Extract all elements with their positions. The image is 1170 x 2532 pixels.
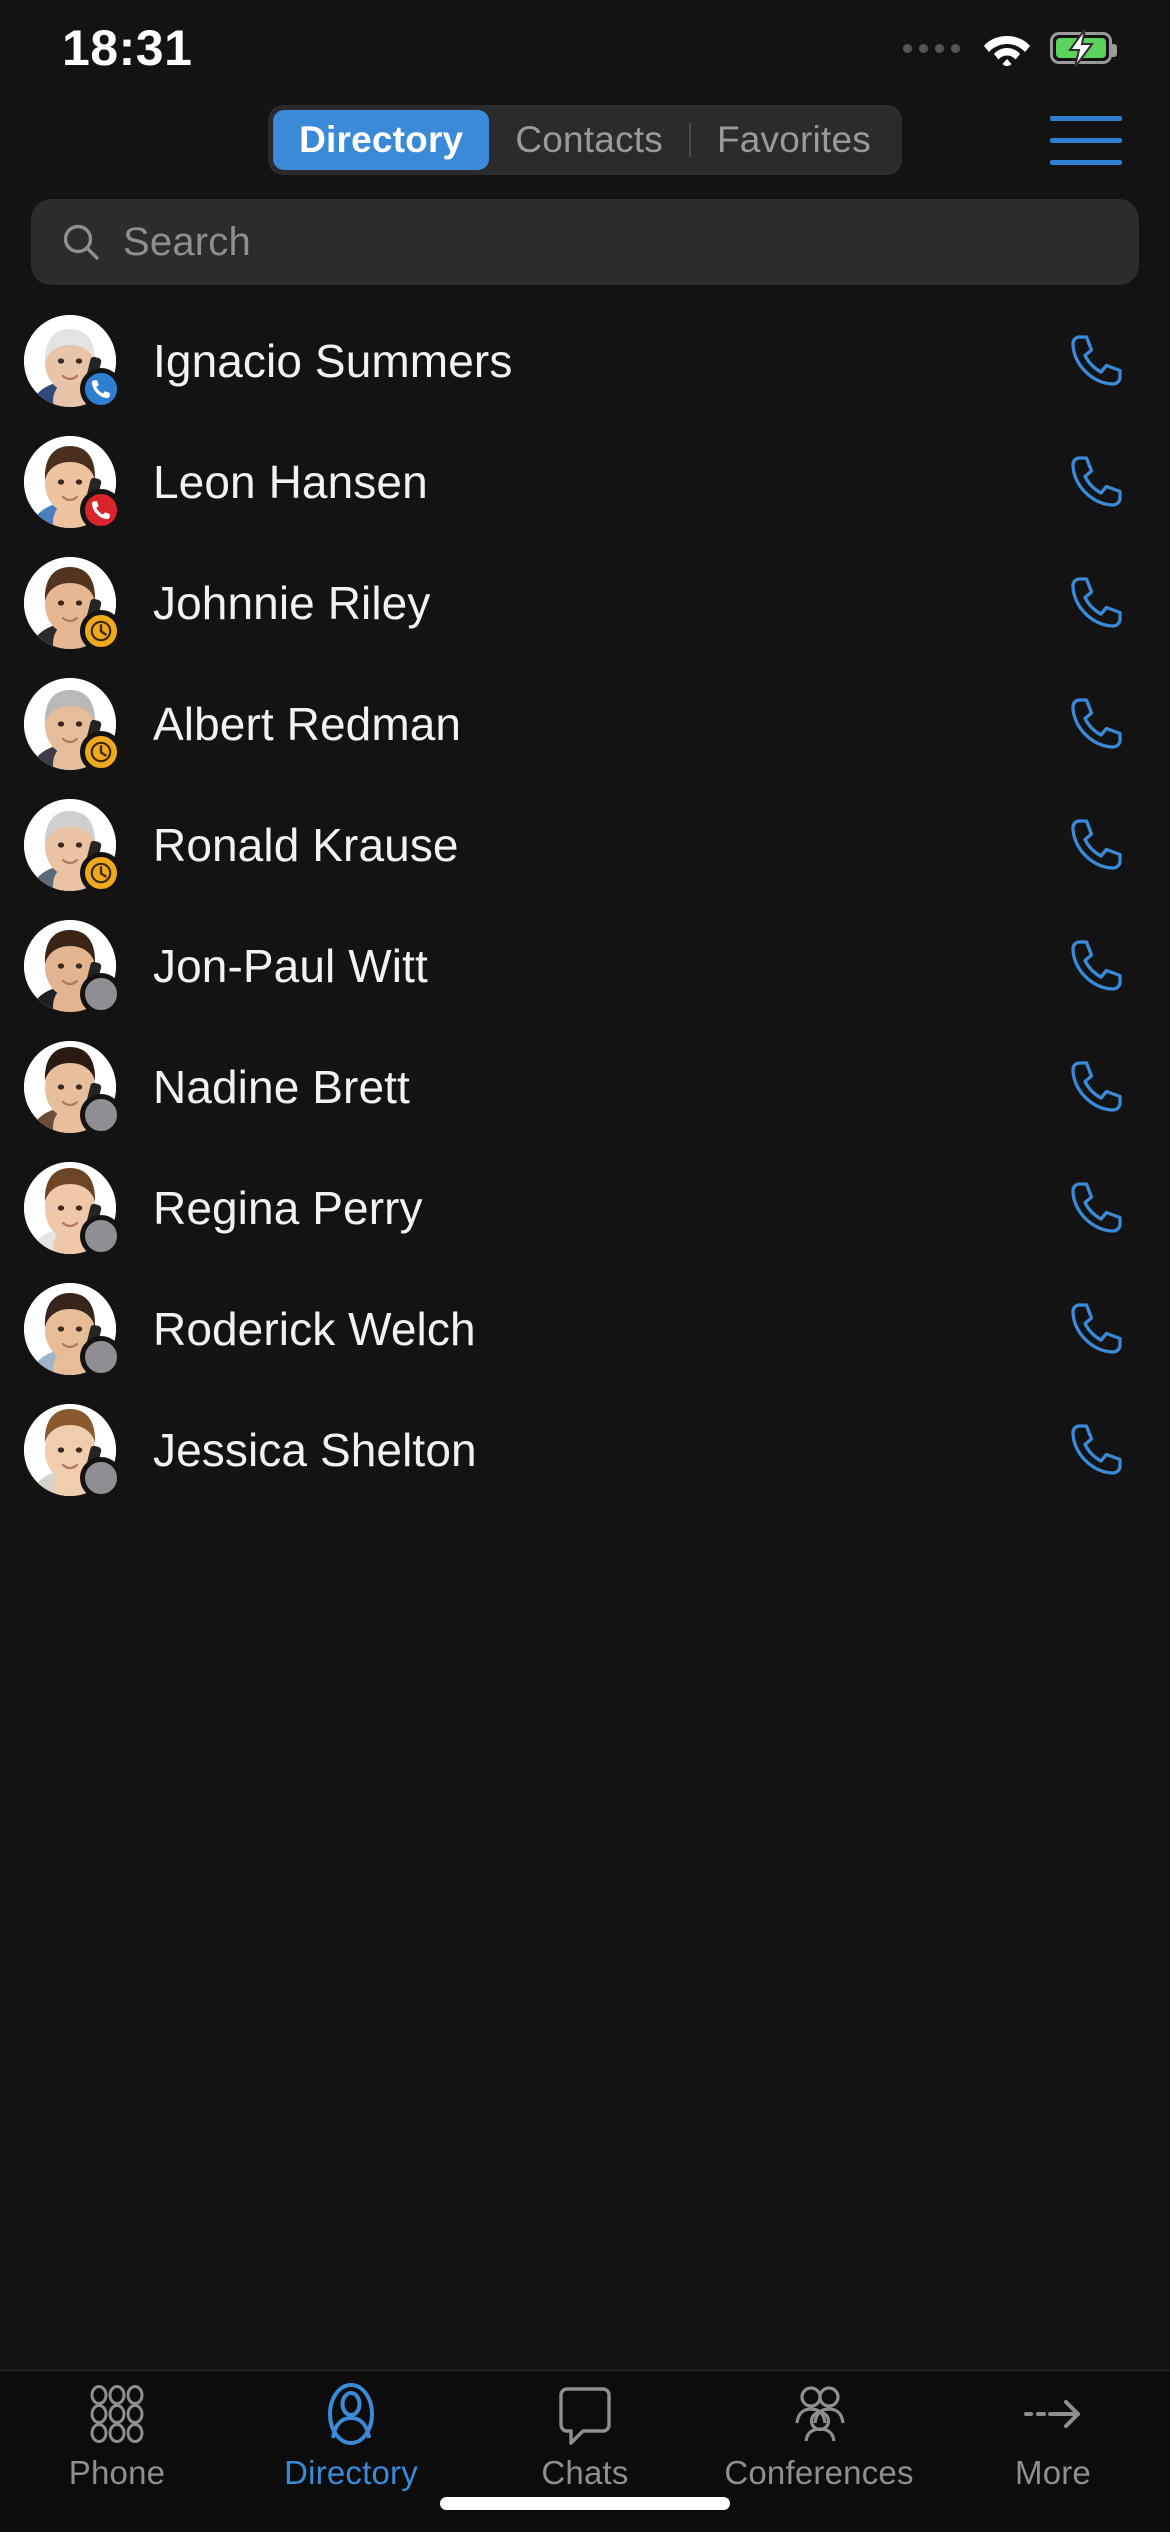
contact-name: Regina Perry <box>153 1181 423 1234</box>
home-indicator <box>440 2497 730 2510</box>
person-icon <box>320 2383 382 2445</box>
status-bar: 18:31 <box>0 0 1170 96</box>
avatar <box>24 314 122 410</box>
contact-name: Albert Redman <box>153 697 462 750</box>
call-button[interactable] <box>1064 813 1128 877</box>
presence-badge <box>80 1214 122 1257</box>
battery-charging-icon <box>1050 29 1117 67</box>
avatar <box>24 1282 122 1378</box>
contact-row[interactable]: Johnnie Riley <box>0 542 1170 663</box>
tab-conferences[interactable]: Conferences <box>702 2383 936 2492</box>
people-group-icon <box>788 2383 850 2445</box>
tab-label-chats: Chats <box>541 2454 629 2491</box>
bottom-tab-bar[interactable]: Phone Directory Chats Conferences More <box>0 2370 1170 2532</box>
hamburger-menu-icon[interactable] <box>1050 110 1122 170</box>
contact-row[interactable]: Nadine Brett <box>0 1026 1170 1147</box>
contact-row[interactable]: Ronald Krause <box>0 784 1170 905</box>
presence-badge <box>80 851 122 894</box>
avatar <box>24 435 122 531</box>
arrow-right-icon <box>1022 2383 1084 2445</box>
search-input[interactable]: Search <box>31 199 1139 285</box>
avatar <box>24 919 122 1015</box>
contact-row[interactable]: Albert Redman <box>0 663 1170 784</box>
contact-row[interactable]: Ignacio Summers <box>0 300 1170 421</box>
tab-label-directory: Directory <box>284 2454 418 2491</box>
search-placeholder: Search <box>123 219 251 264</box>
avatar <box>24 1161 122 1257</box>
presence-badge <box>80 1093 122 1136</box>
segmented-control[interactable]: Directory Contacts Favorites <box>268 105 902 175</box>
call-button[interactable] <box>1064 329 1128 393</box>
app-screen: 18:31 Directory Contacts Favorites Searc… <box>0 0 1170 2532</box>
tab-label-conferences: Conferences <box>724 2454 914 2491</box>
presence-badge <box>80 972 122 1015</box>
search-icon <box>61 222 101 262</box>
presence-badge <box>80 367 122 410</box>
call-button[interactable] <box>1064 1418 1128 1482</box>
call-button[interactable] <box>1064 1055 1128 1119</box>
contact-row[interactable]: Jon-Paul Witt <box>0 905 1170 1026</box>
tab-contacts[interactable]: Contacts <box>489 110 689 170</box>
avatar <box>24 556 122 652</box>
tab-directory[interactable]: Directory <box>273 110 490 170</box>
tab-phone[interactable]: Phone <box>0 2383 234 2492</box>
contact-name: Nadine Brett <box>153 1060 410 1113</box>
call-button[interactable] <box>1064 1297 1128 1361</box>
contact-name: Ignacio Summers <box>153 334 513 387</box>
avatar <box>24 798 122 894</box>
tab-label-phone: Phone <box>68 2454 166 2491</box>
call-button[interactable] <box>1064 934 1128 998</box>
search-section: Search <box>0 184 1170 300</box>
presence-badge <box>80 1456 122 1499</box>
tab-favorites[interactable]: Favorites <box>691 110 897 170</box>
contact-name: Ronald Krause <box>153 818 459 871</box>
presence-badge <box>80 609 122 652</box>
wifi-icon <box>983 30 1031 67</box>
contact-name: Leon Hansen <box>153 455 428 508</box>
contact-name: Jessica Shelton <box>153 1423 477 1476</box>
contact-row[interactable]: Roderick Welch <box>0 1268 1170 1389</box>
presence-badge <box>80 1335 122 1378</box>
tab-label-more: More <box>1015 2454 1091 2491</box>
avatar <box>24 1403 122 1499</box>
presence-badge <box>80 488 122 531</box>
contact-name: Roderick Welch <box>153 1302 476 1355</box>
keypad-icon <box>86 2383 148 2445</box>
tab-chats[interactable]: Chats <box>468 2383 702 2492</box>
contact-name: Jon-Paul Witt <box>153 939 428 992</box>
tab-directory-nav[interactable]: Directory <box>234 2383 468 2492</box>
tab-more[interactable]: More <box>936 2383 1170 2492</box>
call-button[interactable] <box>1064 1176 1128 1240</box>
contact-row[interactable]: Regina Perry <box>0 1147 1170 1268</box>
status-time: 18:31 <box>62 20 193 76</box>
contact-name: Johnnie Riley <box>153 576 431 629</box>
call-button[interactable] <box>1064 692 1128 756</box>
signal-dots-icon <box>903 43 960 53</box>
contact-row[interactable]: Leon Hansen <box>0 421 1170 542</box>
avatar <box>24 1040 122 1136</box>
presence-badge <box>80 730 122 773</box>
status-indicators <box>903 29 1117 67</box>
call-button[interactable] <box>1064 571 1128 635</box>
contact-list[interactable]: Ignacio Summers Leon Hansen Johnnie Rile… <box>0 300 1170 2370</box>
call-button[interactable] <box>1064 450 1128 514</box>
contact-row[interactable]: Jessica Shelton <box>0 1389 1170 1510</box>
app-header: Directory Contacts Favorites <box>0 96 1170 184</box>
avatar <box>24 677 122 773</box>
chat-bubble-icon <box>554 2383 616 2445</box>
